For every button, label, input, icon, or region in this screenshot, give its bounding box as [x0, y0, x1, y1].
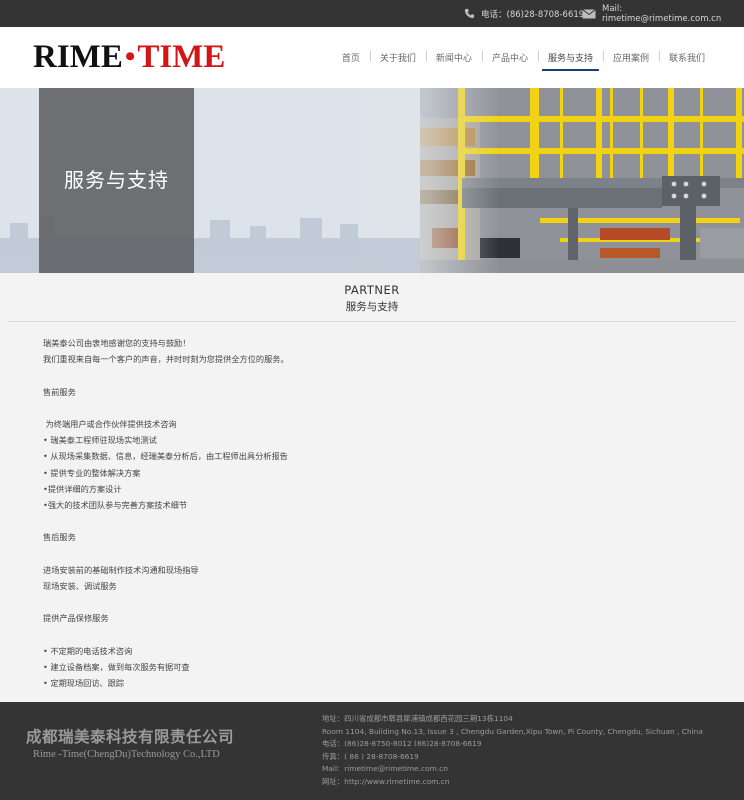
mail-icon — [582, 8, 596, 18]
phone-icon — [464, 8, 475, 19]
nav-about[interactable]: 关于我们 — [369, 27, 426, 88]
footer-contact-info: 地址：四川省成都市郫县犀浦镇成都西花园三期13栋1104 Room 1104, … — [322, 713, 703, 789]
content-line: 现场安装、调试服务 — [43, 580, 117, 591]
content-line — [43, 513, 703, 529]
nav-news[interactable]: 新闻中心 — [425, 27, 482, 88]
footer-fax: 传真：( 86 ) 28-8708-6619 — [322, 751, 419, 761]
footer: 成都瑞美泰科技有限责任公司 Rime -Time(ChengDu)Technol… — [0, 702, 744, 800]
content-line: 瑞美泰公司由衷地感谢您的支持与鼓励！ — [43, 338, 191, 348]
section-title-en: PARTNER — [344, 283, 400, 297]
content-line: • 建立设备档案，做到每次服务有据可查 — [43, 661, 190, 672]
content-line — [43, 594, 703, 610]
content-line: 售后服务 — [43, 532, 76, 543]
footer-mail[interactable]: Mail: rimetime@rimetime.com.cn — [322, 763, 703, 776]
content-line: 提供产品保修服务 — [43, 613, 109, 624]
section-title-cn: 服务与支持 — [345, 301, 399, 313]
logo-dot: • — [124, 40, 136, 73]
footer-company-cn: 成都瑞美泰科技有限责任公司 — [26, 728, 235, 746]
content-line: 售前服务 — [43, 386, 76, 397]
content-line — [43, 627, 703, 643]
nav-contact[interactable]: 联系我们 — [658, 27, 715, 88]
site-logo[interactable]: RIME • TIME — [33, 38, 226, 75]
nav-service[interactable]: 服务与支持 — [537, 27, 603, 88]
main-nav: 首页 关于我们 新闻中心 产品中心 服务与支持 应用案例 联系我们 — [332, 27, 715, 88]
nav-cases[interactable]: 应用案例 — [602, 27, 659, 88]
content-line: 为终端用户或合作伙伴提供技术咨询 — [43, 418, 177, 429]
top-phone-text: 电话：(86)28-8708-6619 — [481, 9, 585, 20]
top-mail-text: Mail: rimetime@rimetime.com.cn — [601, 3, 722, 24]
footer-phone: 电话：(86)28-8750-8012 (86)28-8708-6619 — [322, 739, 482, 749]
content-line: • 提供专业的整体解决方案 — [43, 467, 141, 478]
header: RIME • TIME 首页 关于我们 新闻中心 产品中心 服务与支持 应用案例… — [0, 27, 744, 88]
content-line: • 从现场采集数据、信息，经瑞美泰分析后，由工程师出具分析报告 — [43, 451, 288, 462]
footer-address-cn: 地址：四川省成都市郫县犀浦镇成都西花园三期13栋1104 — [322, 714, 513, 723]
content-line — [43, 367, 703, 383]
footer-company-en: Rime -Time(ChengDu)Technology Co.,LTD — [33, 749, 220, 760]
top-phone: 电话：(86)28-8708-6619 — [464, 0, 584, 27]
nav-home[interactable]: 首页 — [332, 27, 370, 88]
content-line: •提供详细的方案设计 — [43, 483, 122, 494]
logo-time: TIME — [137, 38, 226, 75]
content-line — [43, 400, 703, 416]
content-line: • 瑞美泰工程师驻现场实地测试 — [43, 435, 157, 446]
content-line — [43, 546, 703, 562]
section-heading: PARTNER 服务与支持 — [0, 283, 744, 314]
content-line: 我们重视来自每一个客户的声音，并时时刻为您提供全方位的服务。 — [43, 354, 289, 365]
content-line: 进场安装前的基础制作技术沟通和现场指导 — [43, 564, 199, 575]
content-line: •强大的技术团队参与完善方案技术细节 — [43, 500, 188, 510]
content-line: • 不定期的电话技术咨询 — [43, 645, 133, 656]
service-content: 瑞美泰公司由衷地感谢您的支持与鼓励！ 我们重视来自每一个客户的声音，并时时刻为您… — [43, 335, 703, 691]
top-bar: 电话：(86)28-8708-6619 Mail: rimetime@rimet… — [0, 0, 744, 27]
banner-title-box: 服务与支持 — [39, 88, 194, 273]
content-line: • 定期现场回访、跟踪 — [43, 678, 125, 689]
nav-products[interactable]: 产品中心 — [481, 27, 538, 88]
banner-title: 服务与支持 — [64, 168, 169, 192]
footer-address-en: Room 1104, Building No.13, Issue 3 , Che… — [322, 726, 703, 736]
logo-rime: RIME — [33, 38, 123, 75]
footer-website[interactable]: 网址：http://www.rimetime.com.cn — [322, 776, 703, 789]
section-divider — [8, 321, 736, 322]
banner: 服务与支持 — [0, 88, 744, 273]
top-mail[interactable]: Mail: rimetime@rimetime.com.cn — [582, 0, 744, 27]
